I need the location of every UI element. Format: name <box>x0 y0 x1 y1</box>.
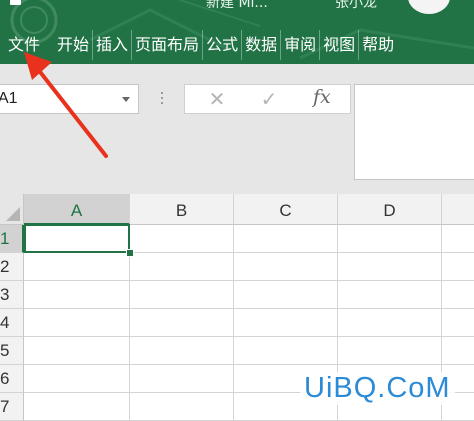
formula-input[interactable] <box>354 84 474 180</box>
column-header-a[interactable]: A <box>24 194 130 225</box>
column-header-d[interactable]: D <box>338 194 442 225</box>
tab-view[interactable]: 视图 <box>319 30 358 60</box>
row-header-2[interactable]: 2 <box>0 253 24 281</box>
cell-c1[interactable] <box>234 225 338 253</box>
cell-b5[interactable] <box>130 337 234 365</box>
cell-b1[interactable] <box>130 225 234 253</box>
cell-e4[interactable] <box>442 309 474 337</box>
row-header-3[interactable]: 3 <box>0 281 24 309</box>
cell-c4[interactable] <box>234 309 338 337</box>
cell-e3[interactable] <box>442 281 474 309</box>
active-cell-a1[interactable] <box>24 224 130 253</box>
tab-file[interactable]: 文件 <box>0 30 54 60</box>
cell-a3[interactable] <box>24 281 130 309</box>
cell-b3[interactable] <box>130 281 234 309</box>
enter-icon[interactable]: ✓ <box>249 87 289 111</box>
row-header-4[interactable]: 4 <box>0 309 24 337</box>
cell-e1[interactable] <box>442 225 474 253</box>
column-header-c[interactable]: C <box>234 194 338 225</box>
cell-b2[interactable] <box>130 253 234 281</box>
cell-c2[interactable] <box>234 253 338 281</box>
cell-e2[interactable] <box>442 253 474 281</box>
cell-a5[interactable] <box>24 337 130 365</box>
cell-c5[interactable] <box>234 337 338 365</box>
name-box[interactable]: A1 <box>0 84 139 114</box>
cell-a4[interactable] <box>24 309 130 337</box>
select-all-button[interactable] <box>0 194 24 225</box>
ribbon-tabs: 文件 开始 插入 页面布局 公式 数据 审阅 视图 帮助 <box>0 30 397 60</box>
name-box-value: A1 <box>0 90 18 107</box>
user-name: 张小龙 <box>335 0 377 11</box>
cell-d4[interactable] <box>338 309 442 337</box>
row-header-5[interactable]: 5 <box>0 337 24 365</box>
chevron-down-icon[interactable] <box>122 97 130 102</box>
cell-a6[interactable] <box>24 365 130 393</box>
cell-b6[interactable] <box>130 365 234 393</box>
cell-e5[interactable] <box>442 337 474 365</box>
ribbon-header: 新建 Mi... 张小龙 文件 开始 插入 页面布局 公式 数据 审阅 视图 帮… <box>0 0 474 64</box>
cell-c3[interactable] <box>234 281 338 309</box>
fill-handle[interactable] <box>126 249 134 257</box>
row-header-6[interactable]: 6 <box>0 365 24 393</box>
column-header-b[interactable]: B <box>130 194 234 225</box>
tab-page-layout[interactable]: 页面布局 <box>131 30 202 60</box>
tab-data[interactable]: 数据 <box>241 30 280 60</box>
watermark-text: UiBQ.CoM <box>300 372 455 405</box>
cell-a2[interactable] <box>24 253 130 281</box>
window-title: 新建 Mi... <box>206 0 268 11</box>
cell-d1[interactable] <box>338 225 442 253</box>
cell-b4[interactable] <box>130 309 234 337</box>
row-header-1[interactable]: 1 <box>0 225 24 253</box>
tab-review[interactable]: 审阅 <box>280 30 319 60</box>
formula-bar-area: A1 ✕ ✓ fx <box>0 64 474 194</box>
tab-formulas[interactable]: 公式 <box>202 30 241 60</box>
tab-help[interactable]: 帮助 <box>358 30 397 60</box>
save-icon[interactable] <box>10 0 21 5</box>
insert-function-button[interactable]: fx <box>313 86 331 108</box>
cell-d5[interactable] <box>338 337 442 365</box>
cell-d3[interactable] <box>338 281 442 309</box>
column-header-e[interactable] <box>442 194 474 225</box>
grip-handle-icon[interactable] <box>160 92 164 108</box>
select-all-triangle-icon <box>6 207 20 221</box>
formula-buttons: ✕ ✓ fx <box>184 84 351 114</box>
cell-d2[interactable] <box>338 253 442 281</box>
tab-home[interactable]: 开始 <box>54 30 92 60</box>
tab-insert[interactable]: 插入 <box>92 30 131 60</box>
cancel-icon[interactable]: ✕ <box>197 87 237 111</box>
